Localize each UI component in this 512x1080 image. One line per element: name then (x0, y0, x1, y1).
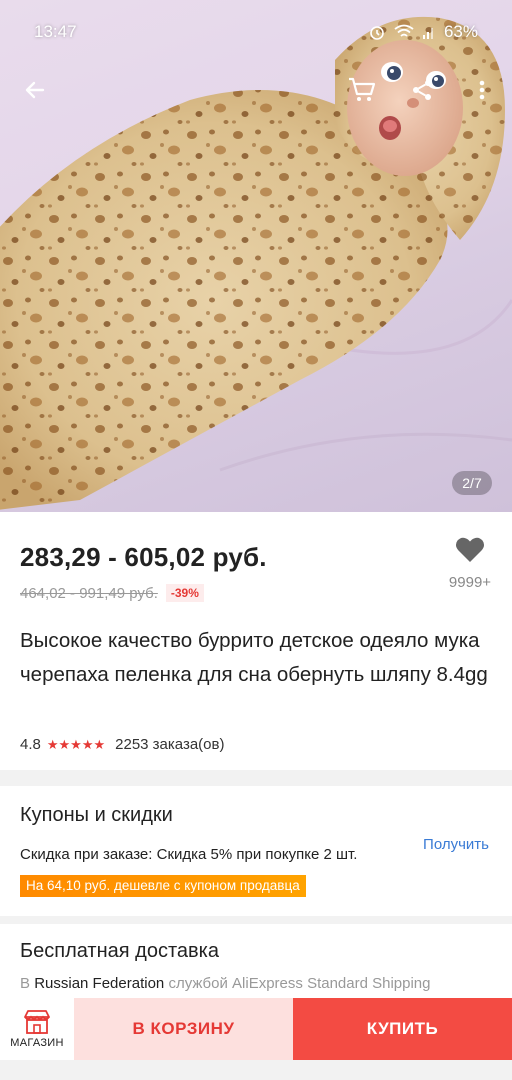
system-nav-strip (0, 1060, 512, 1080)
seller-coupon-tag[interactable]: На 64,10 руб. дешевле с купоном продавца (20, 875, 306, 897)
shipping-title: Бесплатная доставка (20, 940, 219, 962)
more-vert-icon (479, 80, 485, 100)
get-coupon-link[interactable]: Получить (420, 836, 492, 854)
share-button[interactable] (402, 70, 442, 110)
store-button[interactable]: МАГАЗИН (0, 998, 74, 1060)
bottom-action-bar: МАГАЗИН В КОРЗИНУ КУПИТЬ (0, 998, 512, 1060)
heart-icon (455, 537, 485, 562)
rating-row[interactable]: 4.8 ★★★★★ 2253 заказа(ов) (20, 736, 224, 753)
cart-icon (349, 77, 376, 101)
back-button[interactable] (15, 70, 55, 110)
shipping-country: Russian Federation (34, 975, 165, 992)
store-icon (24, 1010, 50, 1034)
buy-now-button[interactable]: КУПИТЬ (293, 998, 512, 1060)
shipping-prefix: В (20, 975, 31, 992)
battery-level: 63% (443, 22, 478, 41)
discount-badge: -39% (165, 584, 204, 602)
product-title: Высокое качество буррито детское одеяло … (20, 629, 488, 686)
coupons-title: Купоны и скидки (20, 804, 173, 826)
status-time: 13:47 (34, 22, 77, 41)
order-discount-text: Скидка при заказе: Скидка 5% при покупке… (20, 846, 358, 863)
old-price-row: 464,02 - 991,49 руб. -39% (20, 584, 204, 602)
gallery-counter: 2/7 (452, 471, 492, 495)
share-icon (413, 80, 431, 100)
add-to-cart-button[interactable]: В КОРЗИНУ (74, 998, 293, 1060)
product-price: 283,29 - 605,02 руб. (20, 542, 267, 572)
coupons-card: Купоны и скидки Скидка при заказе: Скидк… (0, 786, 512, 916)
more-button[interactable] (462, 70, 502, 110)
shipping-details: В Russian Federation службой AliExpress … (20, 975, 431, 992)
orders-count: 2253 заказа(ов) (115, 736, 225, 753)
shipping-card[interactable]: Бесплатная доставка В Russian Federation… (0, 924, 512, 1004)
old-price: 464,02 - 991,49 руб. (20, 584, 158, 602)
cart-button[interactable] (342, 70, 382, 110)
product-gallery[interactable]: 13:47 63% 2/7 (0, 0, 512, 512)
signal-icon (422, 28, 433, 39)
app-bar (0, 64, 512, 114)
wishlist-button[interactable]: 9999+ (440, 536, 500, 591)
wifi-icon (394, 24, 414, 37)
wishlist-count: 9999+ (448, 574, 492, 591)
product-info-card: 283,29 - 605,02 руб. 464,02 - 991,49 руб… (0, 512, 512, 770)
shipping-method: службой AliExpress Standard Shipping (168, 975, 431, 992)
rating-stars: ★★★★★ (46, 736, 106, 752)
back-arrow-icon (25, 81, 45, 99)
alarm-icon (370, 26, 384, 40)
rating-value: 4.8 (20, 736, 41, 753)
status-bar: 13:47 63% (0, 0, 512, 64)
store-label: МАГАЗИН (10, 1037, 64, 1049)
